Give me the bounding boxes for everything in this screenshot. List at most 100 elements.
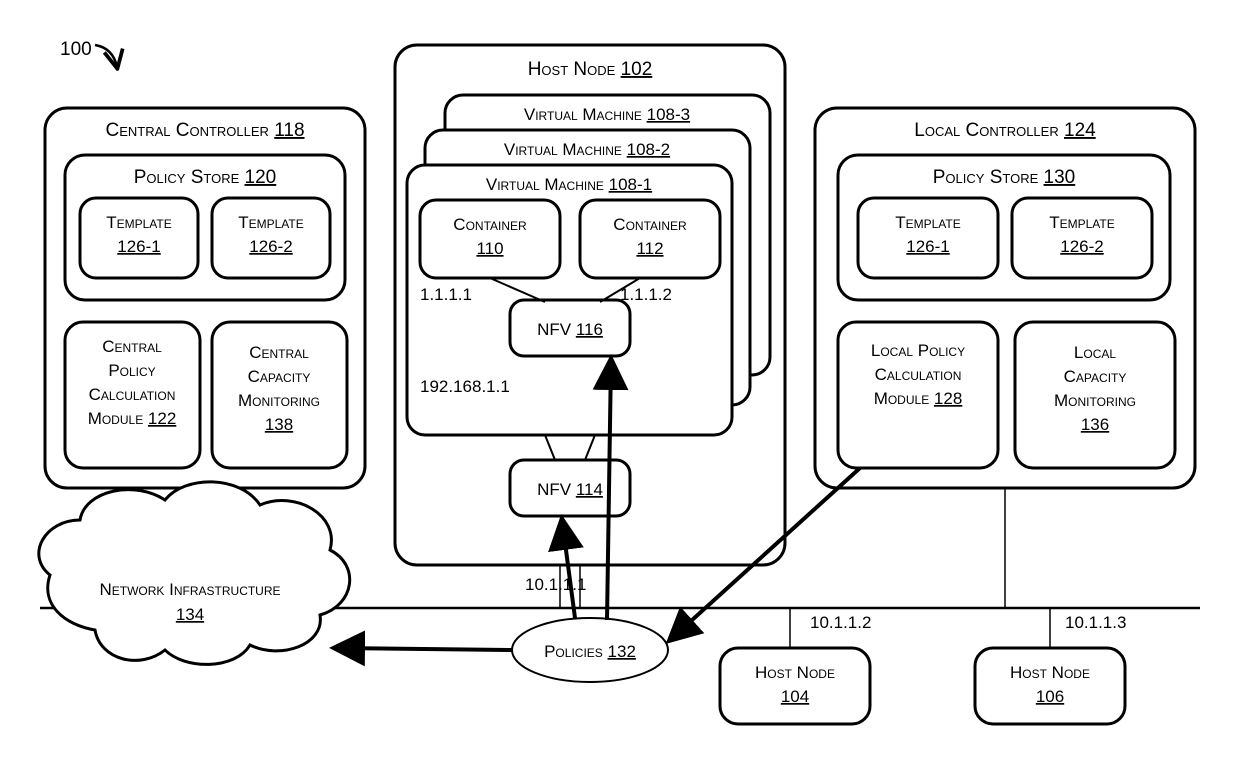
arrow-policies-to-cloud <box>335 648 512 650</box>
svg-text:Policy Store: Policy Store 120 <box>134 167 277 188</box>
svg-text:Calculation: Calculation <box>875 365 962 384</box>
host-node-main-ip: 10.1.1.1 <box>525 575 586 594</box>
svg-text:Policy: Policy <box>108 361 155 380</box>
vm3-ref: 108-3 <box>647 105 690 124</box>
host-node-3: 10.1.1.3 Host Node 106 <box>975 608 1126 724</box>
cc-template-b-title: Template <box>238 213 304 232</box>
host-node-3-title: Host Node <box>1010 663 1090 682</box>
architecture-diagram: 100 Central Controller 118 Policy Store … <box>0 0 1240 775</box>
host-node-2: 10.1.1.2 Host Node 104 <box>720 608 871 724</box>
nfv-inner-title: NFV <box>537 320 572 339</box>
container-b-ip: 1.1.1.2 <box>620 285 672 304</box>
network-infrastructure: Network Infrastructure 134 <box>39 482 350 665</box>
host-node-main-ref: 102 <box>621 59 653 80</box>
local-controller: Local Controller 124 Policy Store 130 Te… <box>815 108 1195 488</box>
vm-stack: Virtual Machine 108-3 Virtual Machine 10… <box>407 95 770 435</box>
host-node-2-title: Host Node <box>755 663 835 682</box>
lc-capacity-mon-ref: 136 <box>1081 415 1109 434</box>
network-infra-ref: 134 <box>176 605 204 624</box>
local-controller-title: Local Controller <box>914 120 1058 141</box>
local-controller-ref: 124 <box>1064 120 1096 141</box>
host-node-2-ref: 104 <box>781 687 809 706</box>
svg-text:Local Policy: Local Policy <box>871 341 965 360</box>
cc-template-b-ref: 126-2 <box>249 237 292 256</box>
svg-text:Local Controller: Local Controller 124 <box>914 120 1096 141</box>
cc-policy-store-ref: 120 <box>245 167 277 188</box>
vm2-ref: 108-2 <box>627 140 670 159</box>
svg-text:Virtual Machine: Virtual Machine 108-3 <box>524 105 690 124</box>
host-node-main-title: Host Node <box>528 59 616 80</box>
svg-text:Central Controller: Central Controller 118 <box>105 120 304 141</box>
figure-ref: 100 <box>60 39 117 67</box>
central-controller-title: Central Controller <box>105 120 268 141</box>
lc-policy-store-ref: 130 <box>1044 167 1076 188</box>
central-controller: Central Controller 118 Policy Store 120 … <box>45 108 365 488</box>
cc-capacity-mon-ref: 138 <box>265 415 293 434</box>
svg-text:Central: Central <box>102 337 162 356</box>
container-b-title: Container <box>613 215 687 234</box>
nfv-outer: NFV 114 <box>510 460 630 516</box>
network-infra-title: Network Infrastructure <box>99 580 280 599</box>
svg-text:Monitoring: Monitoring <box>1054 391 1136 410</box>
cc-template-a-title: Template <box>106 213 172 232</box>
cc-capacity-mon: Central Capacity Monitoring 138 <box>212 322 347 468</box>
nfv-outer-ref: 114 <box>576 480 603 499</box>
policies-title: Policies <box>544 642 603 661</box>
cc-template-a: Template 126-1 <box>80 198 198 278</box>
lc-policy-calc: Local Policy Calculation Module 128 <box>838 322 998 468</box>
lc-policy-store-title: Policy Store <box>933 167 1039 188</box>
svg-text:Local: Local <box>1074 343 1116 362</box>
policies: Policies 132 <box>512 618 668 682</box>
svg-text:Virtual Machine: Virtual Machine 108-1 <box>486 175 652 194</box>
lc-template-b-ref: 126-2 <box>1060 237 1103 256</box>
central-controller-ref: 118 <box>274 120 304 141</box>
lc-template-a-title: Template <box>895 213 961 232</box>
lc-capacity-mon: Local Capacity Monitoring 136 <box>1015 322 1175 468</box>
svg-text:Central: Central <box>249 343 309 362</box>
vm1-ref: 108-1 <box>609 175 652 194</box>
lc-policy-calc-ref: 128 <box>934 389 962 408</box>
vm-ip: 192.168.1.1 <box>420 377 510 396</box>
cc-template-a-ref: 126-1 <box>117 237 160 256</box>
svg-text:Capacity: Capacity <box>1064 367 1127 386</box>
svg-text:NFV 116: NFV 116 <box>537 320 603 339</box>
svg-text:Virtual Machine: Virtual Machine 108-2 <box>504 140 670 159</box>
lc-policy-store: Policy Store 130 Template 126-1 Template… <box>838 155 1170 300</box>
svg-text:Policy Store: Policy Store 130 <box>933 167 1076 188</box>
cc-policy-calc: Central Policy Calculation Module 122 <box>65 322 200 468</box>
cc-policy-store-title: Policy Store <box>134 167 240 188</box>
container-b: Container 112 <box>580 200 720 278</box>
lc-template-a-ref: 126-1 <box>906 237 949 256</box>
lc-template-a: Template 126-1 <box>858 198 998 278</box>
svg-text:Monitoring: Monitoring <box>238 391 320 410</box>
cc-policy-store: Policy Store 120 Template 126-1 Template… <box>65 155 345 300</box>
vm1-title: Virtual Machine <box>486 175 604 194</box>
nfv-inner-ref: 116 <box>576 320 603 339</box>
container-a-ref: 110 <box>476 239 503 258</box>
host-node-2-ip: 10.1.1.2 <box>810 613 871 632</box>
svg-text:Module 128: Module 128 <box>874 389 963 408</box>
svg-text:Policies 132: Policies 132 <box>544 642 636 661</box>
container-b-ref: 112 <box>636 239 663 258</box>
cc-policy-calc-ref: 122 <box>148 409 176 428</box>
host-node-3-ref: 106 <box>1036 687 1064 706</box>
svg-text:Capacity: Capacity <box>248 367 311 386</box>
host-node-main: Host Node 102 Virtual Machine 108-3 Virt… <box>395 45 785 594</box>
lc-template-b-title: Template <box>1049 213 1115 232</box>
nfv-outer-title: NFV <box>537 480 572 499</box>
policies-ref: 132 <box>608 642 636 661</box>
svg-text:NFV 114: NFV 114 <box>537 480 603 499</box>
container-a-title: Container <box>453 215 527 234</box>
vm2-title: Virtual Machine <box>504 140 622 159</box>
nfv-inner: NFV 116 <box>510 300 630 356</box>
container-a: Container 110 <box>420 200 560 278</box>
lc-template-b: Template 126-2 <box>1012 198 1152 278</box>
svg-text:Module 122: Module 122 <box>88 409 177 428</box>
host-node-3-ip: 10.1.1.3 <box>1065 613 1126 632</box>
figure-ref-label: 100 <box>60 39 92 60</box>
vm3-title: Virtual Machine <box>524 105 642 124</box>
svg-text:Host Node 102: Host Node 102 <box>528 59 653 80</box>
cc-template-b: Template 126-2 <box>212 198 330 278</box>
container-a-ip: 1.1.1.1 <box>420 285 472 304</box>
svg-text:Calculation: Calculation <box>89 385 176 404</box>
